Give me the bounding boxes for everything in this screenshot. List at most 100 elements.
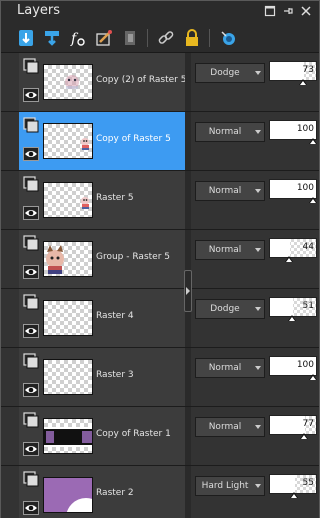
eye-icon[interactable]	[23, 88, 39, 102]
close-icon[interactable]	[299, 5, 313, 19]
pin-icon[interactable]	[281, 5, 295, 19]
chevron-down-icon	[255, 307, 261, 311]
opacity-value: 73	[302, 65, 314, 75]
opacity-slider[interactable]: 100	[269, 356, 317, 382]
layer-name[interactable]: Raster 5	[96, 193, 186, 203]
layer-name[interactable]: Copy of Raster 1	[96, 429, 186, 439]
layer-row[interactable]: Copy of Raster 1 Normal 77	[1, 407, 319, 466]
eye-icon[interactable]	[23, 501, 39, 515]
eye-icon[interactable]	[23, 442, 39, 456]
layer-row[interactable]: Raster 4 Dodge 51	[1, 289, 319, 348]
opacity-field[interactable]: 51	[269, 297, 317, 317]
visibility-toggle-icon[interactable]	[217, 27, 239, 49]
raster-layer-icon	[23, 471, 39, 487]
opacity-handle-icon[interactable]	[300, 433, 308, 439]
eye-icon[interactable]	[23, 383, 39, 397]
layer-list: Copy (2) of Raster 5 Dodge 73 Copy of Ra…	[1, 53, 319, 518]
layer-name[interactable]: Raster 2	[96, 488, 186, 498]
layer-row[interactable]: Group - Raster 5 Normal 44	[1, 230, 319, 289]
chevron-down-icon	[255, 425, 261, 429]
layer-name[interactable]: Copy (2) of Raster 5	[96, 75, 186, 85]
layer-indent	[1, 289, 19, 347]
layer-row[interactable]: Raster 3 Normal 100	[1, 348, 319, 407]
blend-mode-value: Hard Light	[201, 481, 249, 491]
opacity-handle-icon[interactable]	[309, 374, 317, 380]
opacity-field[interactable]: 100	[269, 356, 317, 376]
opacity-handle-icon[interactable]	[309, 197, 317, 203]
layer-name[interactable]: Raster 4	[96, 311, 186, 321]
opacity-slider[interactable]: 51	[269, 297, 317, 323]
blend-mode-dropdown[interactable]: Normal	[195, 417, 265, 437]
restore-icon[interactable]	[263, 5, 277, 19]
opacity-handle-icon[interactable]	[299, 79, 307, 85]
chevron-down-icon	[255, 366, 261, 370]
opacity-field[interactable]: 77	[269, 415, 317, 435]
layer-styles-icon[interactable]	[93, 27, 115, 49]
layer-name[interactable]: Raster 3	[96, 370, 186, 380]
blend-mode-dropdown[interactable]: Normal	[195, 122, 265, 142]
opacity-field[interactable]: 55	[269, 474, 317, 494]
layer-indent	[1, 466, 19, 518]
panel-title: Layers	[17, 3, 61, 18]
eye-icon[interactable]	[23, 206, 39, 220]
opacity-value: 55	[302, 478, 314, 488]
blend-mode-value: Normal	[208, 245, 242, 255]
opacity-handle-icon[interactable]	[288, 315, 296, 321]
toolbar-divider	[147, 29, 148, 47]
blend-mode-value: Normal	[208, 363, 242, 373]
eye-icon[interactable]	[23, 147, 39, 161]
opacity-slider[interactable]: 100	[269, 120, 317, 146]
opacity-slider[interactable]: 44	[269, 238, 317, 264]
layer-name[interactable]: Copy of Raster 5	[96, 134, 186, 144]
layer-row[interactable]: Raster 2 Hard Light 55	[1, 466, 319, 518]
blend-mode-dropdown[interactable]: Hard Light	[195, 476, 265, 496]
blend-mode-dropdown[interactable]: Dodge	[195, 63, 265, 83]
opacity-slider[interactable]: 55	[269, 474, 317, 500]
layer-indent	[1, 53, 19, 111]
new-vector-layer-icon[interactable]	[41, 27, 63, 49]
layer-row[interactable]: Copy of Raster 5 Normal 100	[1, 112, 319, 171]
blend-mode-dropdown[interactable]: Dodge	[195, 299, 265, 319]
opacity-slider[interactable]: 77	[269, 415, 317, 441]
raster-layer-icon	[23, 176, 39, 192]
panel-splitter[interactable]	[184, 270, 192, 312]
layer-thumbnail	[43, 359, 93, 395]
opacity-field[interactable]: 100	[269, 179, 317, 199]
eye-icon[interactable]	[23, 324, 39, 338]
blend-mode-value: Normal	[208, 422, 242, 432]
new-mask-layer-icon[interactable]	[119, 27, 141, 49]
opacity-field[interactable]: 73	[269, 61, 317, 81]
raster-layer-icon	[23, 58, 39, 74]
lock-icon[interactable]	[181, 27, 203, 49]
opacity-handle-icon[interactable]	[309, 138, 317, 144]
layer-thumbnail	[43, 418, 93, 454]
layers-panel: Layers f Copy (2) of Raster 5 Dodge 73 C…	[0, 0, 320, 518]
link-icon[interactable]	[155, 27, 177, 49]
title-bar: Layers	[1, 1, 319, 23]
chevron-down-icon	[255, 189, 261, 193]
layer-row[interactable]: Raster 5 Normal 100	[1, 171, 319, 230]
chevron-down-icon	[255, 484, 261, 488]
new-raster-layer-icon[interactable]	[15, 27, 37, 49]
opacity-slider[interactable]: 100	[269, 179, 317, 205]
blend-mode-dropdown[interactable]: Normal	[195, 240, 265, 260]
blend-mode-value: Normal	[208, 186, 242, 196]
eye-icon[interactable]	[23, 265, 39, 279]
chevron-down-icon	[255, 71, 261, 75]
opacity-value: 51	[302, 301, 314, 311]
raster-layer-icon	[23, 412, 39, 428]
opacity-handle-icon[interactable]	[290, 492, 298, 498]
raster-layer-icon	[23, 353, 39, 369]
layer-name[interactable]: Group - Raster 5	[96, 252, 186, 262]
new-adjustment-layer-icon[interactable]: f	[67, 27, 89, 49]
opacity-field[interactable]: 100	[269, 120, 317, 140]
layers-toolbar: f	[1, 23, 319, 53]
blend-mode-dropdown[interactable]: Normal	[195, 358, 265, 378]
layer-row[interactable]: Copy (2) of Raster 5 Dodge 73	[1, 53, 319, 112]
raster-layer-icon	[23, 235, 39, 251]
opacity-slider[interactable]: 73	[269, 61, 317, 87]
opacity-field[interactable]: 44	[269, 238, 317, 258]
blend-mode-dropdown[interactable]: Normal	[195, 181, 265, 201]
opacity-handle-icon[interactable]	[285, 256, 293, 262]
svg-text:f: f	[70, 31, 79, 47]
